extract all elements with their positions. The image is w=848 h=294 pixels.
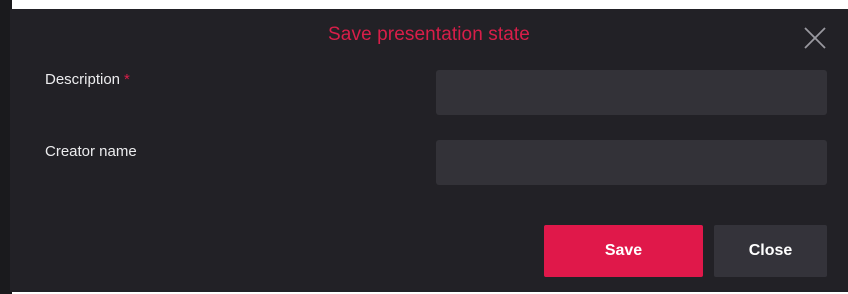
dialog-title: Save presentation state: [328, 24, 530, 45]
description-input[interactable]: [436, 70, 827, 115]
creator-name-label: Creator name: [45, 143, 137, 160]
save-presentation-dialog: Save presentation state Description * Cre…: [10, 9, 848, 292]
save-button[interactable]: Save: [544, 225, 703, 277]
description-label: Description *: [45, 71, 130, 88]
required-indicator: *: [124, 71, 130, 88]
close-icon[interactable]: [803, 26, 827, 50]
creator-name-input[interactable]: [436, 140, 827, 185]
dialog-header: Save presentation state: [10, 9, 848, 65]
close-button[interactable]: Close: [714, 225, 827, 277]
description-label-text: Description: [45, 71, 121, 88]
